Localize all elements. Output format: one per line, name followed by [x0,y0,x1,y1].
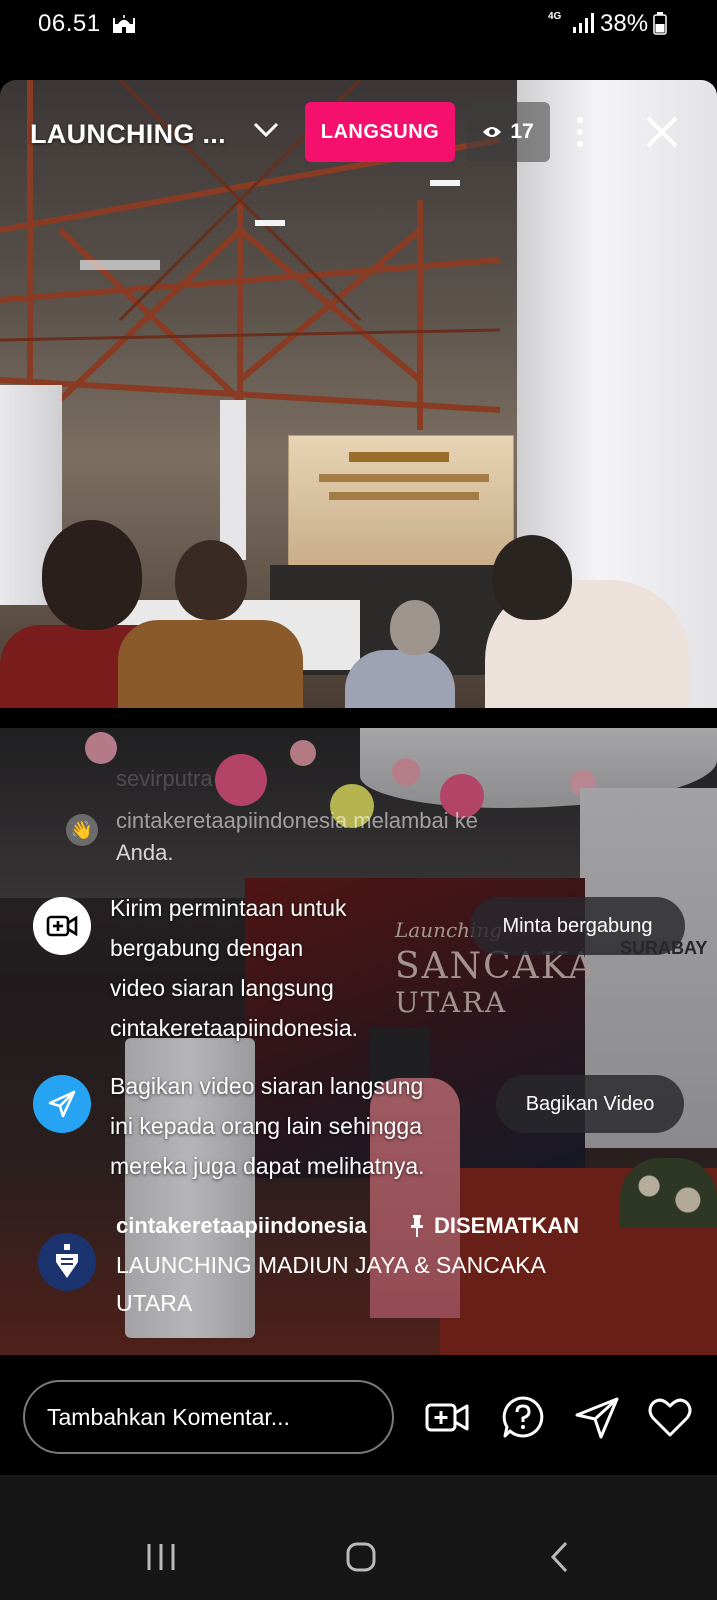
audience-member [345,650,455,708]
more-icon[interactable] [575,116,585,148]
share-line: Bagikan video siaran langsung [110,1073,424,1099]
mosque-icon [113,15,135,33]
request-join-button[interactable]: Minta bergabung [470,897,685,955]
wave-icon: 👋 [66,814,98,846]
recents-icon[interactable] [145,1540,177,1574]
join-line: Kirim permintaan untuk [110,895,347,921]
audience-head [390,600,440,655]
live-badge: LANGSUNG [305,102,455,162]
avatar[interactable] [38,1233,96,1291]
viewer-count-button[interactable]: 17 [466,102,550,162]
audience-member [118,620,303,708]
faded-comment-user: sevirputra [116,766,213,791]
share-prompt-text: Bagikan video siaran langsung ini kepada… [110,1066,425,1186]
pinned-comment-text: LAUNCHING MADIUN JAYA & SANCAKA UTARA [116,1252,545,1316]
eye-icon [483,127,502,137]
battery-icon [653,12,667,35]
pinned-tag-text: DISEMATKAN [434,1213,580,1238]
live-title: LAUNCHING ... [30,118,226,149]
audience-head [42,520,142,630]
live-title-button[interactable]: LAUNCHING ... [30,114,226,154]
wave-notice-end: Anda. [116,840,174,865]
status-time: 06.51 [38,10,101,37]
share-line: mereka juga dapat melihatnya. [110,1153,425,1179]
wave-notice: cintakeretaapiindonesia melambai ke [116,808,478,833]
viewer-count: 17 [510,120,534,143]
close-icon[interactable] [645,115,679,149]
join-line: cintakeretaapiindonesia. [110,1015,359,1041]
share-line: ini kepada orang lain sehingga [110,1113,423,1139]
signal-icon [573,13,594,33]
audience-head [492,535,572,620]
join-line: video siaran langsung [110,975,334,1001]
pinned-label: DISEMATKAN [410,1213,579,1239]
heart-icon[interactable] [647,1394,693,1440]
status-bar: 06.51 4G 38% [0,0,717,48]
pinned-username[interactable]: cintakeretaapiindonesia [116,1213,367,1239]
audience-head [175,540,247,620]
join-line: bergabung dengan [110,935,304,961]
join-prompt-text: Kirim permintaan untuk bergabung dengan … [110,888,358,1048]
share-video-button[interactable]: Bagikan Video [496,1075,684,1133]
home-icon[interactable] [345,1540,377,1574]
network-type: 4G [548,11,562,22]
pin-icon [411,1215,423,1237]
add-video-icon[interactable] [424,1394,470,1440]
battery-level: 38% [600,10,649,37]
share-icon[interactable] [574,1394,620,1440]
chevron-down-icon[interactable] [253,122,279,138]
video-join-icon [33,897,91,955]
send-icon [33,1075,91,1133]
back-icon[interactable] [548,1540,570,1574]
question-icon[interactable] [500,1394,546,1440]
event-banner [288,435,514,570]
pillar [220,400,246,560]
host-video [0,80,717,708]
comment-input[interactable] [23,1380,394,1454]
system-nav-bar [0,1475,717,1600]
